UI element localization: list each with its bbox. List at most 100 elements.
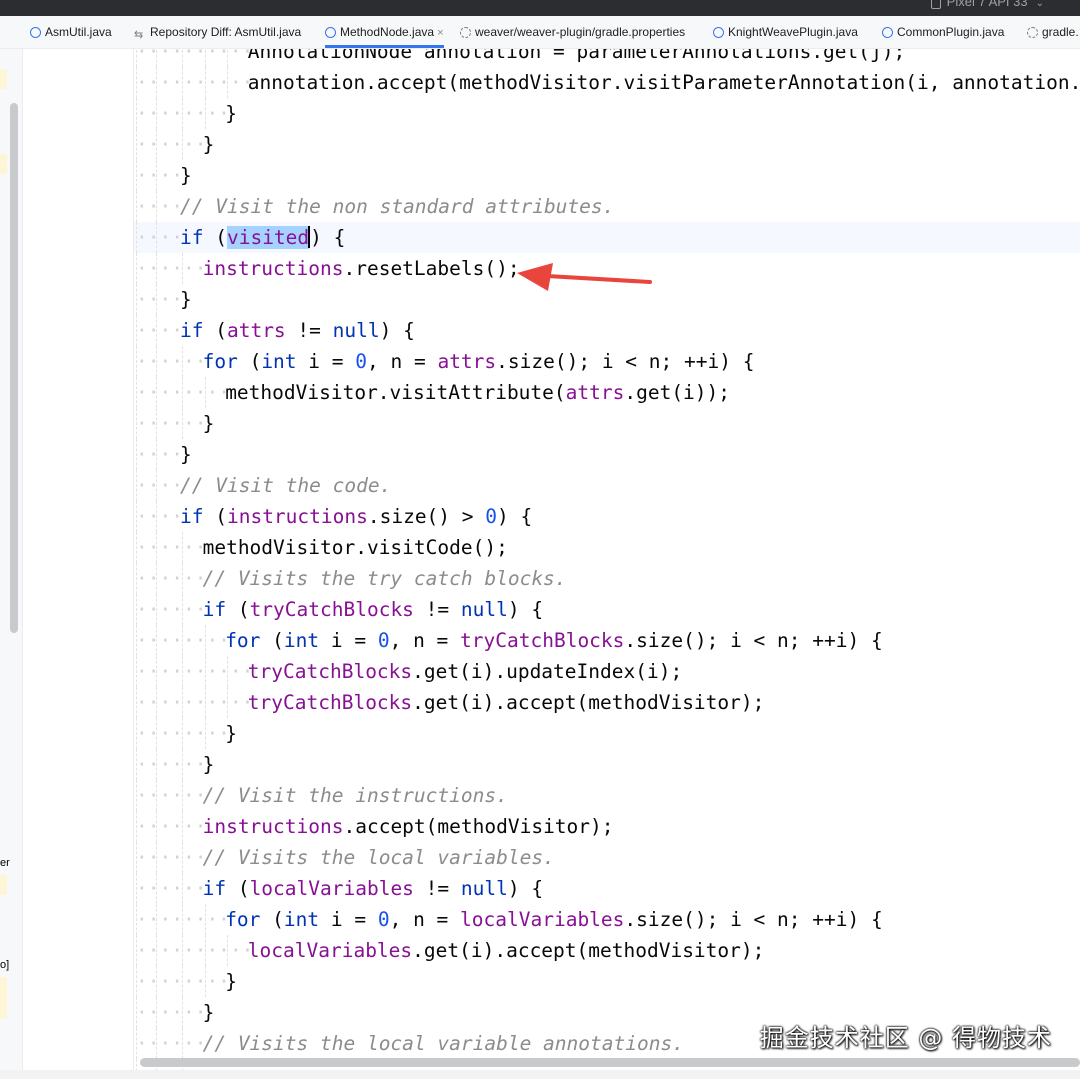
device-selector[interactable]: Pixel 7 API 33 ⌄ [930,0,1044,10]
code-line[interactable]: 731····// Visit the non standard attribu… [134,191,1080,222]
code-line[interactable]: 743······// Visits the try catch blocks. [134,563,1080,594]
whitespace-markers: ···· [136,164,183,187]
whitespace-markers: ···· [136,505,183,528]
code-line[interactable]: 742······methodVisitor.visitCode(); [134,532,1080,563]
change-marker [0,875,7,895]
code-text: // Visits the try catch blocks. [202,567,567,590]
whitespace-markers: ···· [136,474,183,497]
change-marker [0,154,7,174]
code-text: } [180,288,192,311]
whitespace-markers: ·········· [136,691,254,714]
close-tab-icon[interactable]: × [437,27,443,39]
tab-weaver-weaver-plugin-gradle-properties[interactable]: weaver/weaver-plugin/gradle.properties [460,16,685,48]
java-class-icon [882,27,893,38]
whitespace-markers: ······ [136,1032,207,1055]
tab-label: gradle. [1042,25,1079,39]
change-marker [0,977,7,1019]
code-text: // Visit the code. [180,474,392,497]
code-text: methodVisitor.visitCode(); [202,536,508,559]
horizontal-scrollbar[interactable] [140,1058,1080,1067]
whitespace-markers: ······ [136,598,207,621]
status-bar-edge [0,1070,1080,1079]
code-line[interactable]: 730····} [134,160,1080,191]
code-text: } [180,443,192,466]
whitespace-markers: ·········· [136,71,254,94]
code-line[interactable]: 756········} [134,966,1080,997]
diff-icon: ⇆ [134,29,144,41]
code-line[interactable]: 748········} [134,718,1080,749]
code-line[interactable]: 751······instructions.accept(methodVisit… [134,811,1080,842]
code-line[interactable]: 752······// Visits the local variables. [134,842,1080,873]
tab-asmutil-java[interactable]: AsmUtil.java [30,16,112,48]
whitespace-markers: ······ [136,133,207,156]
code-line[interactable]: 747··········tryCatchBlocks.get(i).accep… [134,687,1080,718]
code-text: // Visits the local variables. [202,846,555,869]
code-line[interactable]: 728········} [134,98,1080,129]
whitespace-markers: ······ [136,846,207,869]
code-line[interactable]: 754········for (int i = 0, n = localVari… [134,904,1080,935]
whitespace-markers: ······ [136,815,207,838]
vertical-scrollbar[interactable] [10,103,18,633]
code-line[interactable]: 737········methodVisitor.visitAttribute(… [134,377,1080,408]
code-line[interactable]: 746··········tryCatchBlocks.get(i).updat… [134,656,1080,687]
whitespace-markers: ········ [136,908,230,931]
code-line[interactable]: 749······} [134,749,1080,780]
code-text: for (int i = 0, n = attrs.size(); i < n;… [202,350,755,373]
whitespace-markers: ······ [136,753,207,776]
project-panel-edge: er o] [0,49,23,1079]
code-text: } [202,133,215,156]
code-line[interactable]: 729······} [134,129,1080,160]
device-label: Pixel 7 API 33 [946,0,1028,9]
code-line[interactable]: 727··········annotation.accept(methodVis… [134,67,1080,98]
code-text: } [225,722,237,745]
code-line[interactable]: 744······if (tryCatchBlocks != null) { [134,594,1080,625]
code-line[interactable]: 726··········AnnotationNode annotation =… [134,49,1080,67]
code-line[interactable]: 735····if (attrs != null) { [134,315,1080,346]
code-text: AnnotationNode annotation = parameterAnn… [247,49,906,63]
code-line[interactable]: 741····if (instructions.size() > 0) { [134,501,1080,532]
whitespace-markers: ······ [136,257,207,280]
whitespace-markers: ······ [136,1001,207,1024]
code-line[interactable]: 738······} [134,408,1080,439]
gear-icon [1027,27,1038,38]
panel-text-fragment: er [0,857,10,869]
gear-icon [460,27,471,38]
whitespace-markers: ·········· [136,49,254,63]
code-text: } [202,412,215,435]
code-text: instructions.resetLabels(); [202,257,520,280]
tab-label: CommonPlugin.java [897,25,1005,39]
code-text: if (visited) { [180,226,346,249]
code-text: } [225,102,237,125]
tab-knightweaveplugin-java[interactable]: KnightWeavePlugin.java [713,16,858,48]
code-text: instructions.accept(methodVisitor); [202,815,614,838]
whitespace-markers: ···· [136,226,183,249]
code-line[interactable]: 736······for (int i = 0, n = attrs.size(… [134,346,1080,377]
tab-gradle[interactable]: gradle. [1027,16,1079,48]
change-marker [0,69,7,89]
code-text: localVariables.get(i).accept(methodVisit… [247,939,765,962]
whitespace-markers: ······ [136,567,207,590]
whitespace-markers: ·········· [136,939,254,962]
code-line[interactable]: 753······if (localVariables != null) { [134,873,1080,904]
tab-label: Repository Diff: AsmUtil.java [150,25,302,39]
java-class-icon [713,27,724,38]
code-line[interactable]: 740····// Visit the code. [134,470,1080,501]
line-number-gutter[interactable] [23,49,134,1079]
code-line[interactable]: 755··········localVariables.get(i).accep… [134,935,1080,966]
code-line[interactable]: 750······// Visit the instructions. [134,780,1080,811]
code-editor[interactable]: 726··········AnnotationNode annotation =… [134,49,1080,1079]
code-text: annotation.accept(methodVisitor.visitPar… [247,71,1080,94]
whitespace-markers: ········ [136,102,230,125]
java-class-icon [325,27,336,38]
current-code-line[interactable]: 732····if (visited) { [134,222,1080,253]
tab-commonplugin-java[interactable]: CommonPlugin.java [882,16,1004,48]
tab-label: weaver/weaver-plugin/gradle.properties [475,25,686,39]
code-line[interactable]: 739····} [134,439,1080,470]
code-line[interactable]: 745········for (int i = 0, n = tryCatchB… [134,625,1080,656]
tab-repository-diff-asmutil-java[interactable]: ⇆ Repository Diff: AsmUtil.java [134,16,301,48]
title-bar: Pixel 7 API 33 ⌄ [0,0,1080,16]
watermark: 掘金技术社区 @ 得物技术 [759,1024,1052,1052]
code-text: } [202,753,215,776]
red-arrow-annotation [517,263,652,291]
tab-methodnode-java[interactable]: MethodNode.java × [325,16,444,48]
